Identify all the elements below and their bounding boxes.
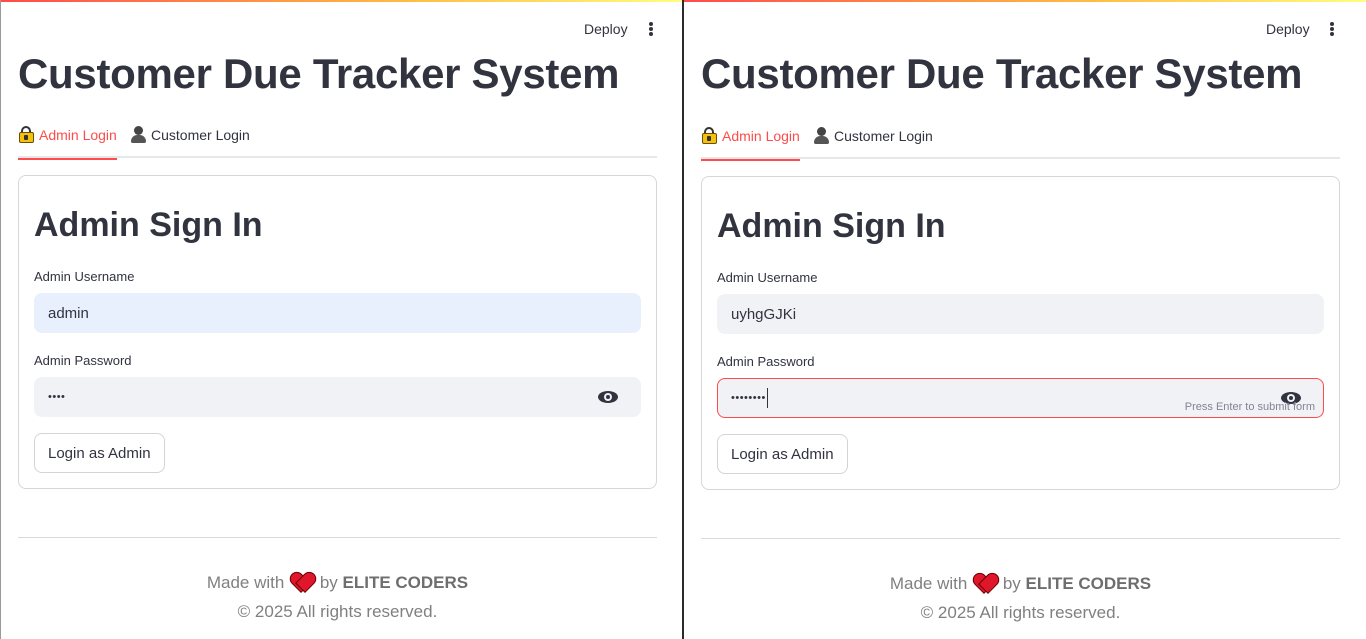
password-value: •••••••• <box>731 392 766 404</box>
heart-icon <box>974 574 996 592</box>
footer-divider <box>701 538 1340 539</box>
deploy-button[interactable]: Deploy <box>578 19 634 39</box>
footer-brand: ELITE CODERS <box>1025 574 1152 593</box>
tab-customer-login[interactable]: Customer Login <box>130 123 250 158</box>
header-decoration <box>1 0 682 2</box>
footer-made-with: Made with <box>206 573 285 592</box>
text-caret <box>766 388 768 408</box>
footer-divider <box>18 537 657 538</box>
password-input[interactable]: •••••••• Press Enter to submit form <box>717 378 1324 418</box>
footer-credit: Made with by ELITE CODERS <box>701 574 1340 594</box>
admin-signin-form: Admin Sign In Admin Username uyhgGJKi Ad… <box>701 176 1340 490</box>
header-decoration <box>684 0 1366 2</box>
username-label: Admin Username <box>717 270 818 285</box>
tab-customer-login[interactable]: Customer Login <box>813 124 933 159</box>
login-as-admin-button[interactable]: Login as Admin <box>34 433 165 473</box>
tab-customer-login-label: Customer Login <box>834 128 933 144</box>
username-value: admin <box>48 304 89 322</box>
submit-hint: Press Enter to submit form <box>1184 401 1315 413</box>
password-label: Admin Password <box>717 354 815 369</box>
lock-key-icon <box>18 126 35 143</box>
footer-made-with: Made with <box>889 574 968 593</box>
footer-by: by <box>1002 574 1021 593</box>
tab-admin-login[interactable]: Admin Login <box>701 124 800 161</box>
person-icon <box>813 127 830 144</box>
password-value: •••• <box>48 391 66 403</box>
main-menu-icon[interactable] <box>1324 20 1340 38</box>
password-label: Admin Password <box>34 353 132 368</box>
deploy-button[interactable]: Deploy <box>1260 19 1316 39</box>
login-tabs: Admin Login Customer Login <box>701 124 1340 161</box>
username-input[interactable]: admin <box>34 293 641 333</box>
footer-copyright: © 2025 All rights reserved. <box>920 603 1121 622</box>
form-heading: Admin Sign In <box>34 206 263 244</box>
login-as-admin-button[interactable]: Login as Admin <box>717 434 848 474</box>
footer-copyright: © 2025 All rights reserved. <box>237 602 438 621</box>
page-title: Customer Due Tracker System <box>18 50 620 97</box>
login-tabs: Admin Login Customer Login <box>18 123 657 160</box>
heart-icon <box>291 573 313 591</box>
username-value: uyhgGJKi <box>731 305 797 323</box>
person-icon <box>130 126 147 143</box>
username-input[interactable]: uyhgGJKi <box>717 294 1324 334</box>
footer-by: by <box>319 573 338 592</box>
lock-key-icon <box>701 127 718 144</box>
left-window: Deploy Customer Due Tracker System Admin… <box>0 0 682 639</box>
footer-brand: ELITE CODERS <box>342 573 469 592</box>
page-title: Customer Due Tracker System <box>701 50 1303 97</box>
show-password-eye-icon[interactable] <box>598 390 618 404</box>
username-label: Admin Username <box>34 269 135 284</box>
admin-signin-form: Admin Sign In Admin Username admin Admin… <box>18 175 657 489</box>
tab-admin-login[interactable]: Admin Login <box>18 123 117 160</box>
right-window: Deploy Customer Due Tracker System Admin… <box>684 0 1366 639</box>
footer-credit: Made with by ELITE CODERS <box>18 573 657 593</box>
form-heading: Admin Sign In <box>717 207 946 245</box>
tab-admin-login-label: Admin Login <box>39 127 117 143</box>
main-menu-icon[interactable] <box>643 20 659 38</box>
tab-admin-login-label: Admin Login <box>722 128 800 144</box>
tab-customer-login-label: Customer Login <box>151 127 250 143</box>
password-input[interactable]: •••• <box>34 377 641 417</box>
